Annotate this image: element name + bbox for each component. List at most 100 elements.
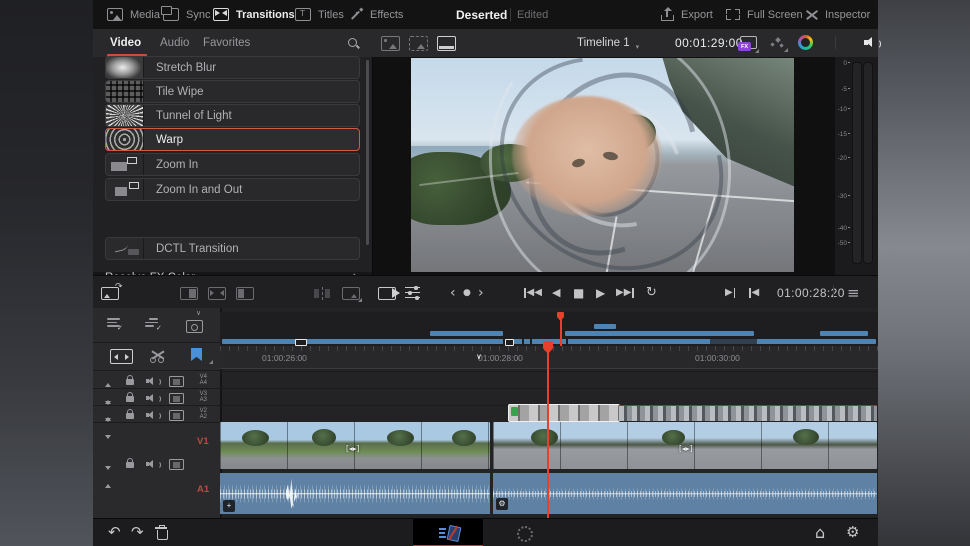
viewer-source-icon[interactable] — [381, 36, 400, 51]
color-page-tab-icon[interactable] — [517, 526, 533, 542]
track-mute-icon[interactable] — [146, 410, 159, 420]
loop-button[interactable]: ↻ — [646, 276, 657, 309]
viewer-timeline-icon[interactable] — [437, 36, 456, 51]
meter-tick: -10 — [836, 106, 850, 113]
edit-tool-overwrite[interactable] — [180, 287, 198, 300]
settings-button[interactable]: ⚙ — [846, 523, 859, 541]
clip-fx-badge-button[interactable]: FX — [738, 36, 757, 51]
transition-item-warp[interactable]: Warp — [105, 128, 360, 151]
minimap-clip-bar — [820, 331, 868, 336]
title-divider — [510, 8, 511, 21]
fullscreen-button[interactable]: Full Screen — [726, 0, 803, 29]
edit-tool-insert[interactable] — [236, 287, 254, 300]
transitions-button[interactable]: Transitions — [213, 0, 295, 29]
scissors-icon[interactable] — [150, 347, 166, 363]
step-back-button[interactable]: ◀ — [552, 276, 560, 309]
prev-edit-button[interactable]: ◀ — [748, 276, 759, 309]
effects-button[interactable]: Effects — [350, 0, 403, 29]
viewer-clip-icon[interactable] — [409, 36, 428, 51]
track-lock-icon[interactable] — [126, 396, 134, 402]
split-clip-tool[interactable] — [313, 287, 331, 300]
track-collapse-icon[interactable] — [105, 457, 111, 493]
timeline-options-menu-icon[interactable]: ≡ — [847, 276, 860, 309]
clip-attribute-badge-crosshair[interactable]: + — [223, 500, 235, 512]
jog-left-icon[interactable]: ‹ — [450, 276, 456, 309]
viewer-timecode: 00:01:29:00 — [675, 29, 743, 56]
track-thumbnail-icon[interactable] — [169, 410, 184, 421]
effects-label: Effects — [370, 9, 403, 21]
timeline-playhead[interactable] — [547, 343, 549, 518]
tab-video[interactable]: Video — [110, 29, 141, 56]
track-mute-icon[interactable] — [146, 376, 159, 386]
track-mute-icon[interactable] — [146, 459, 159, 469]
minimap-playhead-pin[interactable] — [557, 312, 564, 321]
trim-tool-icon[interactable] — [110, 349, 133, 364]
last-frame-button[interactable]: ▶▶ — [616, 276, 635, 309]
next-edit-button[interactable]: ▶ — [725, 276, 736, 309]
first-frame-button[interactable]: ◀◀ — [523, 276, 542, 309]
media-button[interactable]: Media — [107, 0, 160, 29]
inspector-icon — [805, 9, 818, 21]
transition-item-tile-wipe[interactable]: Tile Wipe — [105, 80, 360, 103]
transition-item-tunnel-of-light[interactable]: Tunnel of Light — [105, 104, 360, 127]
tab-favorites[interactable]: Favorites — [203, 29, 250, 56]
transition-thumbnail — [106, 105, 144, 126]
cut-page-tab[interactable] — [413, 519, 483, 546]
transition-thumbnail — [106, 129, 144, 150]
track-lock-icon[interactable] — [126, 462, 134, 468]
color-wheel-button[interactable] — [798, 35, 813, 50]
media-icon — [107, 8, 123, 21]
timeline-selector[interactable]: Timeline 1 ▾ — [577, 29, 639, 56]
edit-tool-transition[interactable] — [208, 287, 226, 300]
timeline-audio-clip-a1-second[interactable] — [493, 473, 877, 514]
audio-monitor-speaker-icon[interactable] — [864, 36, 880, 49]
undo-button[interactable]: ↶ — [108, 523, 121, 541]
active-video-track-label[interactable]: V1 — [197, 436, 209, 447]
transition-item-zoom-in[interactable]: Zoom In — [105, 153, 360, 176]
jog-dot-icon[interactable]: ● — [463, 276, 471, 309]
clip-attribute-badge-gear[interactable]: ⚙ — [496, 498, 508, 510]
track-lock-icon[interactable] — [126, 413, 134, 419]
library-scrollbar[interactable] — [366, 60, 369, 245]
delete-button[interactable] — [155, 526, 167, 539]
flag-marker-icon[interactable] — [191, 348, 202, 361]
stop-button[interactable]: ■ — [573, 276, 584, 309]
play-clip-button[interactable] — [378, 287, 396, 300]
inspector-button[interactable]: Inspector — [805, 0, 870, 29]
timeline-minimap[interactable] — [220, 312, 878, 346]
meter-tick: 0 — [836, 60, 850, 67]
transition-item-zoom-in-and-out[interactable]: Zoom In and Out — [105, 178, 360, 201]
camera-roll-tool-icon[interactable] — [186, 320, 203, 333]
minimap-marker — [295, 339, 307, 346]
timeline-clip-v2[interactable] — [619, 405, 877, 421]
transition-item-dctl[interactable]: DCTL Transition — [105, 237, 360, 260]
redo-button[interactable]: ↷ — [131, 523, 144, 541]
track-lock-icon[interactable] — [126, 379, 134, 385]
minimap-selected-segment — [710, 339, 757, 344]
home-button[interactable]: ⌂ — [815, 523, 825, 542]
timeline-audio-clip-a1-first[interactable] — [220, 473, 490, 514]
sync-button[interactable]: Sync — [163, 0, 210, 29]
track-thumbnail-icon[interactable] — [169, 459, 184, 470]
transition-item-stretch-blur[interactable]: Stretch Blur — [105, 56, 360, 79]
search-icon[interactable] — [348, 38, 360, 50]
still-frame-tool[interactable] — [342, 287, 360, 300]
export-button[interactable]: Export — [661, 0, 713, 29]
magic-mask-button[interactable] — [770, 36, 786, 50]
jog-right-icon[interactable]: › — [478, 276, 484, 309]
track-resize-icon[interactable] — [105, 408, 111, 444]
track-thumbnail-icon[interactable] — [169, 393, 184, 404]
track-mute-icon[interactable] — [146, 393, 159, 403]
active-audio-track-label[interactable]: A1 — [197, 484, 209, 495]
meter-tick: -40 — [836, 225, 850, 232]
effects-icon — [350, 8, 363, 21]
selected-timeline-clip-v2[interactable] — [508, 404, 620, 422]
project-title: Deserted — [456, 0, 507, 29]
tools-mixer-button[interactable] — [405, 286, 420, 299]
tab-audio[interactable]: Audio — [160, 29, 189, 56]
clip-color-badge — [511, 407, 518, 416]
video-preview[interactable] — [411, 58, 794, 272]
titles-button[interactable]: T Titles — [295, 0, 344, 29]
track-thumbnail-icon[interactable] — [169, 376, 184, 387]
play-button[interactable]: ▶ — [596, 276, 605, 309]
